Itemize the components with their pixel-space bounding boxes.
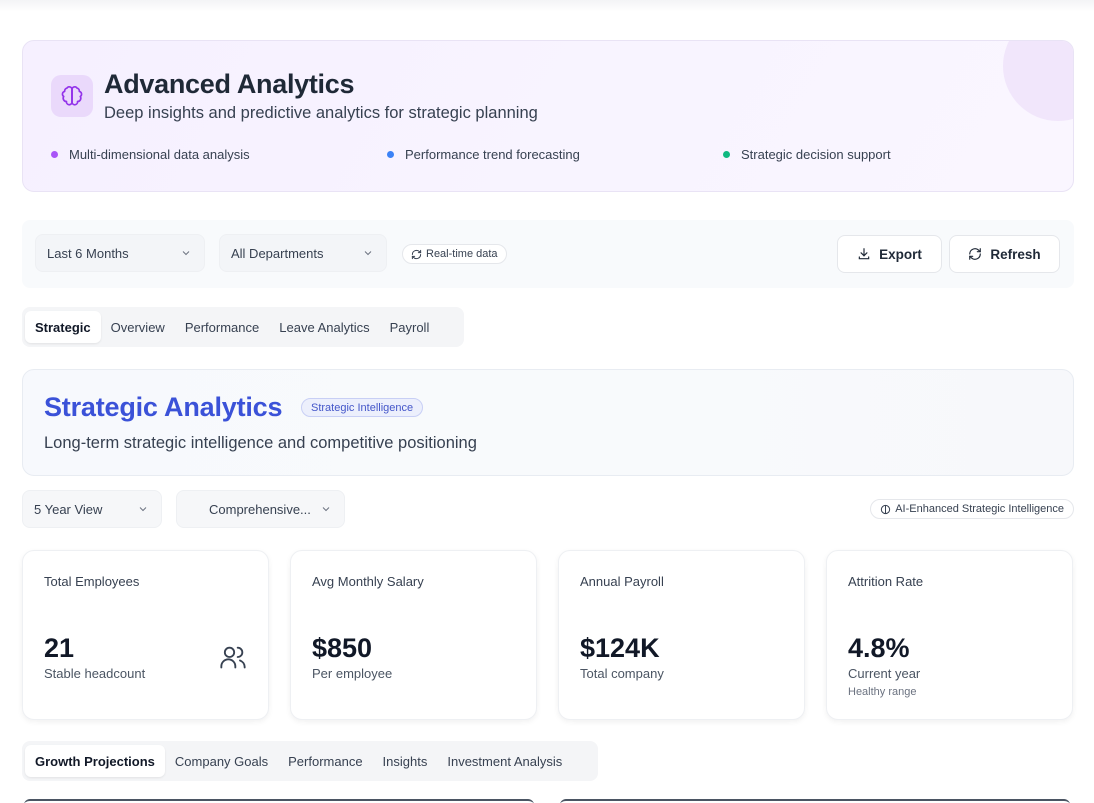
top-shadow (0, 0, 1094, 12)
period-select-value: Last 6 Months (47, 245, 129, 261)
export-button[interactable]: Export (837, 235, 942, 273)
refresh-button[interactable]: Refresh (949, 235, 1060, 273)
download-icon (858, 248, 870, 260)
scope-select-value: Comprehensive... (209, 501, 311, 517)
chevron-down-icon (139, 507, 147, 512)
stat-card-avg-salary: Avg Monthly Salary $850 Per employee (290, 550, 537, 720)
feature-item: Performance trend forecasting (387, 147, 580, 162)
tab-payroll[interactable]: Payroll (380, 311, 440, 343)
refresh-icon (969, 248, 982, 260)
ai-label: AI-Enhanced Strategic Intelligence (895, 503, 1064, 515)
tab-performance-sub[interactable]: Performance (278, 745, 372, 777)
stat-note-secondary: Healthy range (848, 686, 917, 698)
users-icon (220, 646, 246, 669)
feature-dot-icon (51, 151, 58, 158)
chevron-down-icon (364, 251, 372, 256)
refresh-label: Refresh (990, 246, 1041, 262)
page-subtitle: Deep insights and predictive analytics f… (104, 104, 538, 122)
chevron-down-icon (322, 507, 330, 512)
strategic-badge: Strategic Intelligence (301, 398, 424, 417)
stat-note: Total company (580, 666, 664, 681)
main-tabs: Strategic Overview Performance Leave Ana… (22, 307, 464, 347)
realtime-label: Real-time data (426, 248, 498, 260)
tab-overview[interactable]: Overview (101, 311, 175, 343)
page-title: Advanced Analytics (104, 69, 355, 99)
stat-label: Annual Payroll (580, 574, 664, 589)
department-select[interactable]: All Departments (219, 234, 387, 272)
section-subtitle: Long-term strategic intelligence and com… (44, 434, 477, 452)
tab-company-goals[interactable]: Company Goals (165, 745, 278, 777)
feature-label: Multi-dimensional data analysis (69, 147, 250, 162)
panel-edge (24, 799, 534, 803)
view-select[interactable]: 5 Year View (22, 490, 162, 528)
tab-strategic[interactable]: Strategic (25, 311, 101, 343)
feature-item: Multi-dimensional data analysis (51, 147, 250, 162)
feature-label: Performance trend forecasting (405, 147, 580, 162)
panel-edge (560, 799, 1070, 803)
stat-card-attrition-rate: Attrition Rate 4.8% Current year Healthy… (826, 550, 1073, 720)
chevron-down-icon (182, 251, 190, 256)
tab-insights[interactable]: Insights (373, 745, 438, 777)
filter-bar: Last 6 Months All Departments Real-time … (22, 220, 1074, 288)
stat-card-annual-payroll: Annual Payroll $124K Total company (558, 550, 805, 720)
stat-label: Avg Monthly Salary (312, 574, 424, 589)
strategic-header: Strategic Analytics Strategic Intelligen… (22, 369, 1074, 476)
stat-card-total-employees: Total Employees 21 Stable headcount (22, 550, 269, 720)
hero-decoration (1003, 41, 1073, 121)
brain-icon (51, 75, 93, 117)
tab-investment-analysis[interactable]: Investment Analysis (437, 745, 572, 777)
realtime-badge: Real-time data (402, 244, 507, 264)
ai-badge: AI-Enhanced Strategic Intelligence (870, 499, 1074, 519)
export-label: Export (879, 246, 922, 262)
brain-icon (881, 504, 891, 514)
feature-dot-icon (723, 151, 730, 158)
stat-value: 21 (44, 633, 75, 663)
period-select[interactable]: Last 6 Months (35, 234, 205, 272)
feature-list: Multi-dimensional data analysis Performa… (51, 147, 1051, 167)
scope-select[interactable]: Comprehensive... (176, 490, 345, 528)
stat-label: Attrition Rate (848, 574, 924, 589)
tab-performance[interactable]: Performance (175, 311, 269, 343)
stat-label: Total Employees (44, 574, 140, 589)
feature-dot-icon (387, 151, 394, 158)
stat-value: $124K (580, 633, 660, 663)
stat-value: 4.8% (848, 633, 910, 663)
stat-value: $850 (312, 633, 373, 663)
stat-note: Per employee (312, 666, 393, 681)
tab-leave-analytics[interactable]: Leave Analytics (269, 311, 379, 343)
feature-item: Strategic decision support (723, 147, 891, 162)
tab-growth-projections[interactable]: Growth Projections (25, 745, 165, 777)
stat-note: Current year (848, 666, 921, 681)
feature-label: Strategic decision support (741, 147, 891, 162)
refresh-icon (411, 249, 422, 259)
section-title: Strategic Analytics (44, 392, 283, 422)
department-select-value: All Departments (231, 245, 324, 261)
view-select-value: 5 Year View (34, 501, 103, 517)
stat-note: Stable headcount (44, 666, 146, 681)
hero-banner: Advanced Analytics Deep insights and pre… (22, 40, 1074, 192)
analysis-tabs: Growth Projections Company Goals Perform… (22, 741, 598, 781)
